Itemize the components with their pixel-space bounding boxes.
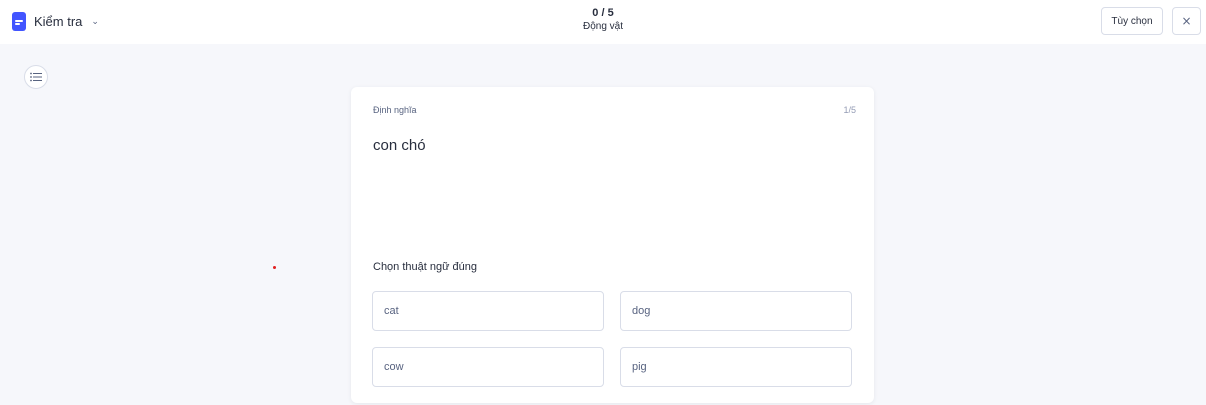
progress-indicator: 0 / 5 Động vật — [0, 7, 1206, 33]
cursor-marker — [273, 266, 276, 269]
top-bar: Kiểm tra ⌄ 0 / 5 Động vật Tùy chọn × — [0, 0, 1206, 44]
definition-text: con chó — [373, 137, 426, 154]
answer-option[interactable]: dog — [620, 291, 852, 331]
answer-option[interactable]: cat — [372, 291, 604, 331]
options-button[interactable]: Tùy chọn — [1101, 7, 1163, 35]
answer-option[interactable]: cow — [372, 347, 604, 387]
list-icon — [30, 72, 42, 82]
progress-count: 0 / 5 — [592, 7, 614, 19]
answer-prompt: Chọn thuật ngữ đúng — [373, 261, 478, 273]
close-button[interactable]: × — [1172, 7, 1201, 35]
question-index: 1/5 — [843, 105, 856, 115]
answer-option[interactable]: pig — [620, 347, 852, 387]
section-label: Định nghĩa — [373, 105, 417, 115]
question-card: Định nghĩa 1/5 con chó Chọn thuật ngữ đú… — [351, 87, 874, 403]
close-icon: × — [1181, 14, 1192, 28]
question-list-button[interactable] — [24, 65, 48, 89]
set-title: Động vật — [582, 21, 624, 32]
